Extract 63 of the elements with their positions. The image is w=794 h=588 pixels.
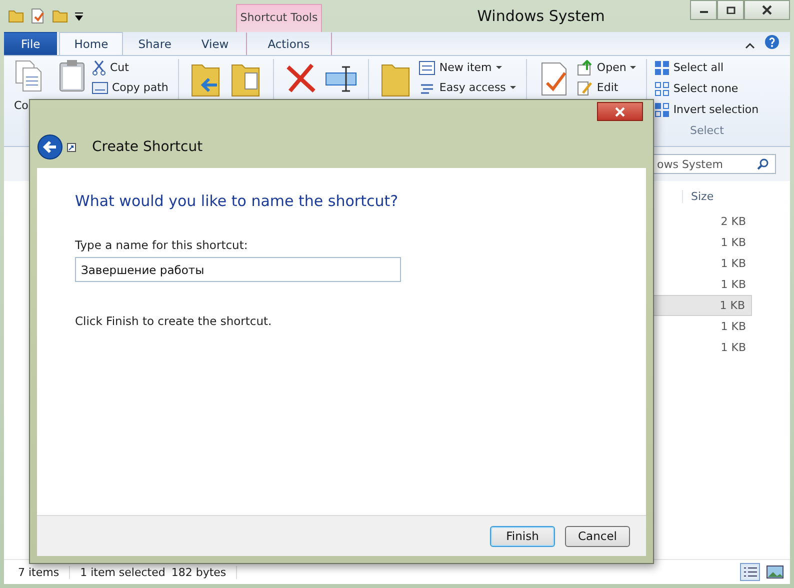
table-cell-text: 2 KB (720, 214, 747, 230)
caret-icon (510, 86, 516, 89)
close-button[interactable] (597, 102, 643, 121)
ribbon-button[interactable]: Cut (110, 61, 129, 74)
instruction-text: Click Finish to create the shortcut. (75, 314, 273, 328)
search-icon (757, 158, 769, 170)
maximize-button[interactable] (717, 0, 744, 20)
grid-icon (655, 60, 670, 74)
copy-icon[interactable] (14, 59, 42, 93)
ribbon-button[interactable]: Invert selection (673, 103, 759, 116)
maximize-icon (726, 6, 736, 14)
field-label: Type a name for this shortcut: (75, 238, 249, 252)
dropdown-button[interactable]: New item (439, 61, 492, 74)
thumbnails-view-icon[interactable] (766, 564, 784, 580)
dialog-button[interactable]: Finish (490, 526, 555, 546)
close-icon (761, 5, 773, 15)
table-cell-text: 1 KB (720, 235, 747, 251)
ribbon-tab[interactable]: Home (59, 32, 124, 55)
shortcut-icon (67, 142, 76, 152)
status-text: 7 items (18, 566, 70, 578)
grid-icon (655, 102, 670, 116)
contextual-tab-header: Shortcut Tools (236, 4, 322, 32)
status-text: 1 item selected (80, 566, 166, 578)
file-tab[interactable]: File (4, 32, 58, 55)
dialog-title: Create Shortcut (92, 139, 203, 155)
input-field[interactable]: Завершение работы (75, 257, 401, 282)
caret-icon (630, 66, 636, 69)
ribbon-button[interactable]: Copy path (112, 81, 168, 94)
status-text: 182 bytes (171, 566, 238, 578)
minimize-button[interactable] (690, 0, 717, 20)
table-cell-text: 1 KB (720, 277, 747, 293)
table-cell-text: 1 KB (720, 256, 747, 272)
scissors-icon (92, 60, 106, 76)
table-cell-text: 1 KB (720, 340, 747, 356)
open-icon (576, 60, 593, 76)
table-cell-text: 1 KB (720, 319, 747, 335)
dialog-heading: What would you like to name the shortcut? (75, 192, 400, 210)
details-view-icon[interactable] (740, 563, 760, 581)
ribbon-button[interactable]: Edit (596, 81, 618, 94)
close-button[interactable] (744, 0, 790, 20)
ribbon-tab[interactable]: View (186, 32, 244, 55)
caret-icon (496, 66, 502, 69)
collapse-ribbon-icon[interactable] (744, 40, 756, 50)
help-icon[interactable] (764, 34, 780, 50)
dialog-button[interactable]: Cancel (565, 526, 630, 546)
column-header[interactable]: Size (682, 190, 752, 202)
close-icon (614, 106, 626, 116)
group-label: Select (688, 124, 725, 137)
dropdown-button[interactable]: Easy access (439, 81, 506, 94)
properties-icon[interactable] (30, 8, 46, 24)
pencil-icon (576, 80, 593, 96)
grid-icon (655, 82, 670, 96)
clipboard-icon[interactable] (58, 59, 86, 93)
window-title: Windows System (476, 7, 606, 25)
ribbon-button[interactable]: Select all (673, 61, 724, 74)
ribbon-button[interactable]: Select none (673, 82, 738, 95)
back-button[interactable] (37, 134, 63, 160)
customize-dropdown-icon[interactable] (74, 11, 84, 21)
ribbon-label: Co (14, 99, 28, 112)
path-icon (92, 82, 108, 94)
ribbon-button[interactable]: Open (596, 61, 626, 74)
new-item-icon (419, 60, 436, 74)
ribbon-tab[interactable]: Share (123, 32, 186, 55)
